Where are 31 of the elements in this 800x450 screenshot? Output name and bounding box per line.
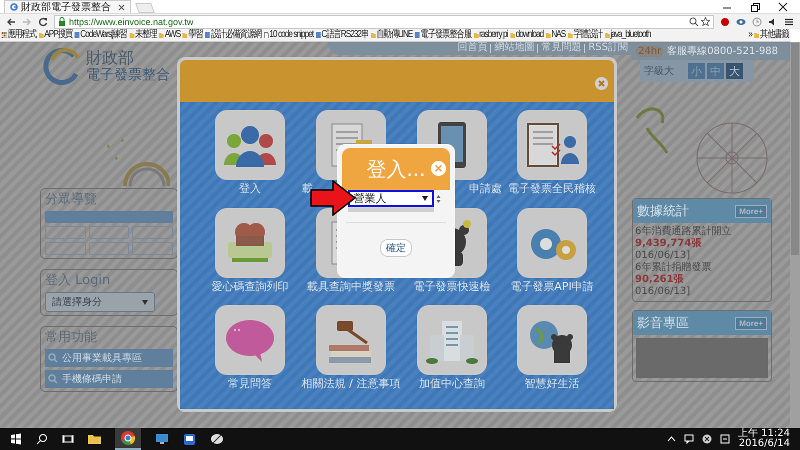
tile-label: 加值中心查詢 <box>418 377 486 390</box>
site-subtitle: 電子發票整合 <box>86 67 170 83</box>
tile-label: 電子發票API申請 <box>509 280 595 293</box>
tile-label: 電子發票快速檢 <box>412 280 492 293</box>
tile-label: 智慧好生活 <box>524 377 580 390</box>
statistics-text: 6年累計捐贈發票 <box>635 262 712 274</box>
panel-title: 分眾導覽 <box>45 192 98 208</box>
font-size-label: 字級大 <box>644 64 674 78</box>
tile-label: 相關法規 / 注意事項 <box>301 377 401 390</box>
panel-title: 數據統計 <box>637 203 689 220</box>
tile-label: 載具查詢中獎發票 <box>306 280 396 293</box>
hotline-tag: 24hr <box>636 46 664 56</box>
panel-title: 常用功能 <box>45 330 98 346</box>
tile-label: 登入 <box>238 182 262 195</box>
panel-title: 登入 Login <box>45 273 112 289</box>
site-title: 財政部 <box>86 49 135 67</box>
tile-label: 申請處 <box>468 182 502 195</box>
statistics-text: 016/06/13] <box>635 286 692 298</box>
clock-date: 2016/6/14 <box>738 439 790 449</box>
statistics-text: 90,261張 <box>635 274 685 286</box>
clock-time: 上午 11:24 <box>738 429 790 439</box>
statistics-text: 016/06/13] <box>635 250 692 262</box>
dialog-title: 登入... <box>366 156 426 182</box>
statistics-text: 9,439,774張 <box>635 238 702 250</box>
statistics-text: 6年消費通路累計開立 <box>635 226 732 238</box>
tile-label: 常見問答 <box>227 377 273 390</box>
panel-title: 影音專區 <box>637 315 689 332</box>
tile-label: 愛心碼查詢列印 <box>210 280 290 293</box>
tab-title: 財政部電子發票整合 <box>21 2 111 12</box>
hotline-number: 客服專線0800-521-988 <box>667 44 778 58</box>
tile-label: 電子發票全民稽核 <box>507 182 597 195</box>
